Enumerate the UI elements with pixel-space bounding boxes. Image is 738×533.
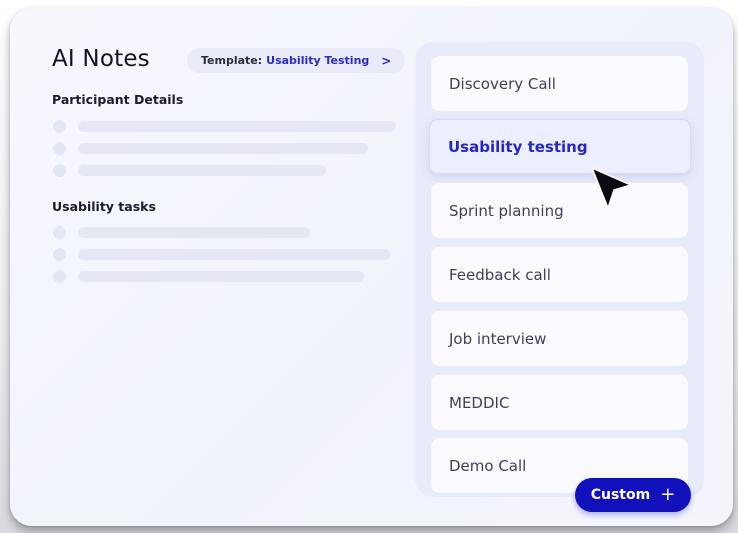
placeholder-line: [53, 163, 326, 177]
placeholder-bullet: [53, 225, 66, 239]
ai-notes-card: AI Notes Template: Usability Testing > P…: [10, 8, 733, 526]
custom-template-button[interactable]: Custom +: [575, 478, 691, 512]
custom-button-label: Custom: [590, 487, 651, 503]
placeholder-line: [53, 269, 364, 283]
placeholder-bar: [78, 226, 310, 238]
plus-icon: +: [660, 484, 676, 505]
placeholder-line: [53, 141, 368, 155]
template-option-discovery-call[interactable]: Discovery Call: [431, 56, 688, 111]
template-option-sprint-planning[interactable]: Sprint planning: [431, 183, 688, 238]
placeholder-line: [53, 225, 310, 239]
template-option-usability-testing[interactable]: Usability testing: [429, 119, 691, 174]
placeholder-bullet: [53, 247, 66, 261]
chevron-right-icon: >: [381, 53, 392, 68]
template-selector-pill[interactable]: Template: Usability Testing >: [187, 48, 406, 73]
page-title: AI Notes: [52, 46, 150, 72]
section-participant-details: Participant Details: [52, 92, 184, 107]
placeholder-line: [53, 247, 390, 261]
template-option-meddic[interactable]: MEDDIC: [431, 375, 688, 430]
section-usability-tasks: Usability tasks: [52, 199, 156, 214]
placeholder-bar: [78, 120, 396, 132]
placeholder-line: [53, 119, 396, 133]
placeholder-bullet: [53, 163, 66, 177]
template-value: Usability Testing: [266, 54, 370, 67]
placeholder-bar: [78, 248, 390, 260]
placeholder-bullet: [53, 269, 66, 283]
template-option-feedback-call[interactable]: Feedback call: [431, 247, 688, 302]
placeholder-bar: [78, 142, 368, 154]
mouse-cursor-icon: [591, 167, 632, 209]
placeholder-bar: [78, 164, 326, 176]
template-option-job-interview[interactable]: Job interview: [431, 311, 688, 366]
placeholder-bar: [78, 270, 364, 282]
placeholder-bullet: [53, 119, 66, 133]
placeholder-bullet: [53, 141, 66, 155]
template-prefix: Template:: [201, 54, 263, 67]
template-options-panel: Discovery Call Usability testing Sprint …: [415, 42, 704, 497]
